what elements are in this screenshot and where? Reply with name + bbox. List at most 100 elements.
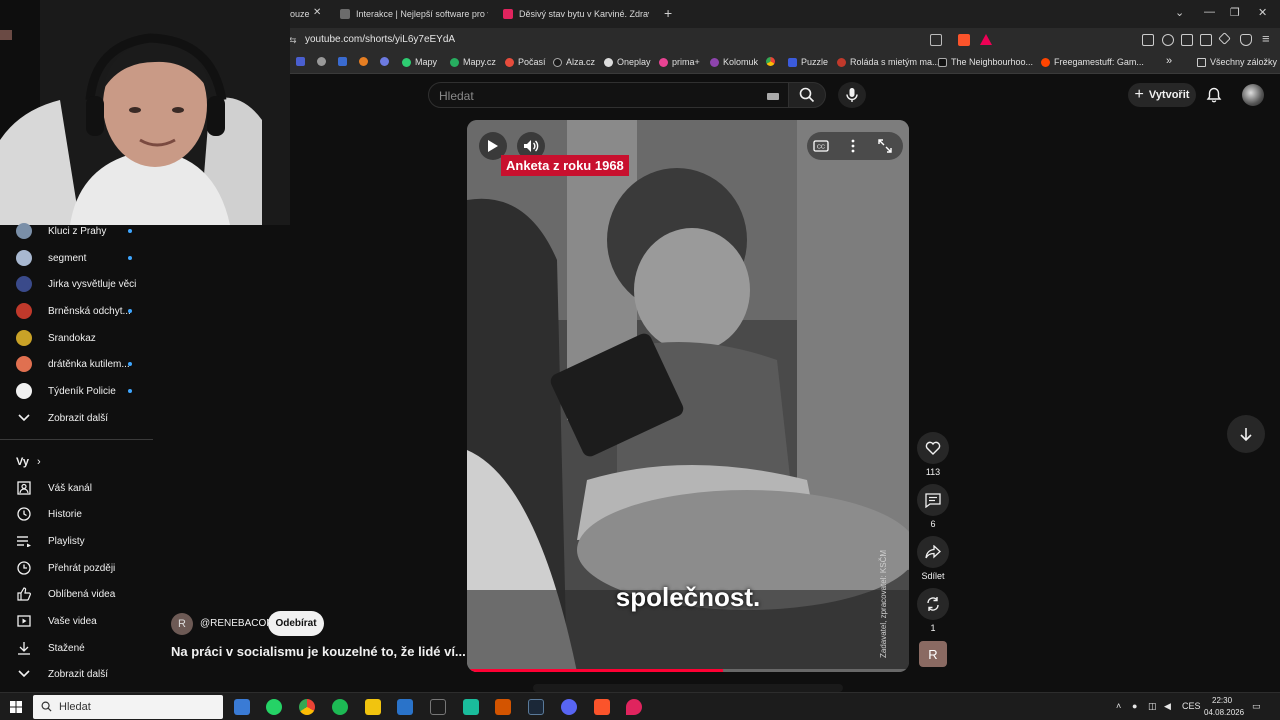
voice-search-button[interactable] [838,82,866,108]
bookmark-icon-5[interactable] [380,57,389,66]
bookmarks-overflow-button[interactable]: » [1166,55,1172,67]
tab-active[interactable]: ouze [290,4,314,24]
fullscreen-button[interactable] [871,132,899,160]
bookmark-rolada[interactable]: Roláda s mietým ma... [837,57,940,67]
share-button[interactable] [917,536,949,568]
clock-time[interactable]: 22:30 [1212,696,1232,705]
site-info-icon[interactable]: ⇆ [289,35,297,46]
sidebar-sub-jirka[interactable]: Jirka vysvětluje věci [0,272,150,296]
bookmark-neighbourhood[interactable]: The Neighbourhoo... [938,57,1033,67]
notification-center-icon[interactable]: ▭ [1252,701,1261,712]
sidebar-history[interactable]: Historie [0,502,150,526]
vscode-icon[interactable] [397,699,413,715]
network-icon[interactable]: ◫ [1148,701,1157,712]
tray-chevron-icon[interactable]: ˄ [1116,701,1121,711]
bookmark-icon-2[interactable] [317,57,326,66]
sidebar-playlists[interactable]: Playlisty [0,529,150,553]
remix-button[interactable] [917,588,949,620]
logitech-icon[interactable] [430,699,446,715]
sidebar-liked-videos[interactable]: Oblíbená videa [0,582,150,606]
leo-icon[interactable] [1218,32,1231,45]
chrome-icon[interactable] [299,699,315,715]
next-short-button[interactable] [1227,415,1265,453]
brave-icon[interactable] [594,699,610,715]
sidebar-sub-srandokaz[interactable]: Srandokaz [0,326,150,350]
all-bookmarks-button[interactable]: Všechny záložky [1197,57,1277,67]
url-field[interactable]: youtube.com/shorts/yiL6y7eEYdA [305,34,455,45]
maximize-icon[interactable]: ❐ [1230,6,1240,19]
tab-close-icon[interactable]: ✕ [313,7,321,18]
search-button[interactable] [788,82,826,108]
bookmark-mapy[interactable]: Mapy [402,57,437,67]
bookmark-icon-3[interactable] [338,57,347,66]
windows-start-icon[interactable] [10,701,22,713]
more-options-button[interactable] [839,132,867,160]
bookmark-kolomuk[interactable]: Kolomuk [710,57,758,67]
bookmark-icon-1[interactable] [296,57,305,66]
file-explorer-icon[interactable] [365,699,381,715]
account-avatar[interactable] [1242,84,1264,106]
volume-icon[interactable]: ◀ [1164,701,1171,712]
sidebar-sub-kluci-z-prahy[interactable]: Kluci z Prahy [0,219,150,243]
clock-date[interactable]: 04.08.2026 [1204,708,1244,717]
vpn-icon[interactable] [1240,34,1252,46]
search-input[interactable]: Hledat [428,82,790,108]
close-window-icon[interactable]: ✕ [1258,6,1267,19]
progress-bar[interactable] [467,669,909,672]
you-section-heading[interactable]: Vy › [16,456,41,468]
bookmark-alza[interactable]: Alza.cz [553,57,595,67]
tab-search-icon[interactable]: ⌄ [1175,6,1184,19]
short-title[interactable]: Na práci v socialismu je kouzelné to, že… [171,644,466,659]
sidebar-your-videos[interactable]: Vaše videa [0,609,150,633]
obs-icon[interactable] [495,699,511,715]
sidebar-show-more-subscriptions[interactable]: Zobrazit další [0,406,150,430]
microphone-icon[interactable]: ● [1132,701,1137,711]
channel-avatar-button[interactable]: R [919,641,947,667]
media-icon[interactable] [1162,34,1174,46]
sidebar-your-channel[interactable]: Váš kanál [0,476,150,500]
bookmark-puzzle[interactable]: Puzzle [788,57,828,67]
app-icon[interactable] [463,699,479,715]
sidebar-sub-dratenka[interactable]: drátěnka kutilem... [0,352,150,376]
bookmark-chrome[interactable] [766,57,775,66]
whatsapp-icon[interactable] [266,699,282,715]
sidebar-watch-later[interactable]: Přehrát později [0,556,150,580]
cast-icon[interactable] [930,34,942,46]
subscribe-button[interactable]: Odebírat [268,611,324,636]
steam-icon[interactable] [528,699,544,715]
discord-icon[interactable] [561,699,577,715]
tab-karvina[interactable]: Děsivý stav bytu v Karviné. Zdraví ná [503,4,649,24]
captions-button[interactable]: CC [807,132,835,160]
short-video-player[interactable]: CC Anketa z roku 1968 společnost. Zadava… [467,120,909,672]
sidebar-icon[interactable] [1181,34,1193,46]
maps-pin-icon[interactable] [626,699,642,715]
bookmark-prima[interactable]: prima+ [659,57,700,67]
brave-shield-icon[interactable] [958,34,970,46]
bookmark-icon-4[interactable] [359,57,368,66]
comments-button[interactable] [917,484,949,516]
sidebar-sub-tydenik-policie[interactable]: Týdeník Policie [0,379,150,403]
new-tab-button[interactable]: + [664,5,672,21]
extensions-icon[interactable] [1142,34,1154,46]
create-button[interactable]: + Vytvořit [1128,83,1196,107]
like-button[interactable] [917,432,949,464]
sidebar-downloads[interactable]: Stažené [0,636,150,660]
taskbar-search-input[interactable]: Hledat [33,695,223,719]
bookmark-pocasi[interactable]: Počasí [505,57,546,67]
spotify-icon[interactable] [332,699,348,715]
sidebar-sub-segment[interactable]: segment [0,246,150,270]
bookmark-mapy-cz[interactable]: Mapy.cz [450,57,496,67]
menu-icon[interactable]: ≡ [1262,31,1270,46]
wallet-icon[interactable] [1200,34,1212,46]
channel-avatar[interactable]: R [171,613,193,635]
brave-rewards-icon[interactable] [980,34,992,45]
sidebar-show-more-you[interactable]: Zobrazit další [0,662,150,686]
notifications-button[interactable] [1206,87,1222,106]
language-indicator[interactable]: CES [1182,701,1201,711]
minimize-icon[interactable]: — [1204,6,1215,18]
bookmark-oneplay[interactable]: Oneplay [604,57,651,67]
channel-handle[interactable]: @RENEBACON [200,618,274,629]
sidebar-sub-brnenska[interactable]: Brněnská odchyt... [0,299,150,323]
bookmark-freegamestuff[interactable]: Freegamestuff: Gam... [1041,57,1144,67]
tab-interakce[interactable]: Interakce | Nejlepší software pro vyle [340,4,488,24]
